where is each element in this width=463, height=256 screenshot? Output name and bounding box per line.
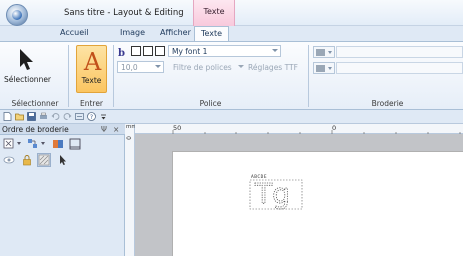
glyph-preview-2[interactable]: [143, 46, 153, 56]
chevron-down-icon: [328, 67, 332, 70]
svg-text:A: A: [83, 48, 102, 74]
pane-header: Ordre de broderie Ψ ×: [0, 124, 125, 135]
chevron-down-icon: [272, 49, 278, 52]
chevron-down-icon: [238, 65, 244, 68]
app-logo-icon: [12, 10, 22, 20]
embroidery-type-select-2[interactable]: [313, 62, 335, 74]
new-file-icon[interactable]: [3, 112, 12, 121]
frame-view-icon[interactable]: [69, 138, 81, 150]
save-icon[interactable]: [27, 112, 36, 121]
svg-text:?: ?: [90, 114, 93, 121]
group-objects-icon[interactable]: [27, 138, 39, 150]
tab-texte[interactable]: Texte: [194, 26, 230, 42]
ttf-settings-button[interactable]: Réglages TTF: [248, 63, 298, 72]
hatch-pattern-icon: [38, 154, 50, 166]
svg-text:b: b: [118, 48, 125, 58]
glyph-preview-3[interactable]: [155, 46, 165, 56]
ribbon-tabs: Accueil Image Afficher Texte: [0, 26, 463, 42]
group-label-entry: Entrer: [79, 99, 104, 108]
font-size-select[interactable]: 10,0: [117, 61, 164, 73]
group-label-embroidery: Broderie: [371, 99, 404, 108]
font-size-value: 10,0: [121, 63, 138, 72]
window-title: Sans titre - Layout & Editing: [64, 8, 184, 18]
vruler-label: 0: [126, 136, 133, 140]
embroidery-type-select-1[interactable]: [313, 46, 335, 58]
lock-icon[interactable]: [21, 154, 33, 166]
text-button-label: Texte: [81, 76, 102, 85]
embroidery-preview-icon[interactable]: [75, 112, 84, 121]
chevron-down-icon: [17, 142, 21, 145]
chevron-down-icon: [41, 142, 45, 145]
close-icon[interactable]: ×: [113, 125, 119, 134]
group-separator: [113, 45, 114, 107]
color-order-icon[interactable]: [52, 138, 64, 150]
tab-accueil[interactable]: Accueil: [60, 28, 89, 37]
text-object[interactable]: Tg: [249, 170, 309, 212]
text-object-glyphs: Tg: [254, 177, 290, 210]
horizontal-ruler: 50 0: [135, 124, 463, 134]
chevron-down-icon: [328, 51, 332, 54]
select-button-label: Sélectionner: [4, 75, 52, 84]
stitch-type-icon: [316, 49, 325, 56]
group-separator: [308, 45, 309, 107]
embroidery-hoop-page[interactable]: ABCDE Tg: [172, 151, 463, 256]
embroidery-field-1[interactable]: [336, 46, 463, 58]
title-bar: Sans titre - Layout & Editing Texte: [0, 0, 463, 26]
pin-icon[interactable]: Ψ: [101, 125, 107, 134]
vertical-ruler: mm 0: [125, 124, 137, 256]
tab-image[interactable]: Image: [120, 28, 145, 37]
app-menu-button[interactable]: [6, 4, 28, 26]
font-name-select[interactable]: My font 1: [168, 45, 281, 57]
context-tab-group: Texte: [193, 0, 235, 26]
select-button[interactable]: Sélectionner: [4, 45, 52, 93]
redo-icon[interactable]: [63, 112, 72, 121]
context-tab-group-label: Texte: [203, 7, 225, 16]
pane-title: Ordre de broderie: [2, 125, 69, 134]
tab-afficher[interactable]: Afficher: [160, 28, 191, 37]
group-label-font: Police: [199, 99, 222, 108]
cursor-arrow-icon: [20, 49, 33, 70]
visibility-eye-icon[interactable]: [3, 154, 15, 166]
sort-objects-icon[interactable]: [3, 138, 15, 150]
help-icon[interactable]: ?: [87, 112, 96, 121]
group-separator: [68, 45, 69, 107]
group-label-selection: Sélectionner: [11, 99, 59, 108]
customize-toolbar-icon[interactable]: [99, 112, 108, 121]
embroidery-field-2[interactable]: [336, 62, 463, 74]
ribbon: Sélectionner Sélectionner A Texte Entrer…: [0, 41, 463, 110]
fill-type-icon: [316, 65, 325, 72]
glyph-preview-1[interactable]: [131, 46, 141, 56]
open-folder-icon[interactable]: [15, 112, 24, 121]
quick-access-toolbar: ?: [0, 110, 463, 124]
pattern-view-toggle[interactable]: [37, 153, 51, 167]
undo-icon[interactable]: [51, 112, 60, 121]
text-a-icon: A: [83, 48, 102, 76]
chevron-down-icon: [155, 65, 161, 68]
font-filter-dropdown[interactable]: Filtre de polices: [173, 63, 232, 72]
embroidery-order-pane: Ordre de broderie Ψ ×: [0, 124, 125, 256]
print-icon[interactable]: [39, 112, 48, 121]
text-button[interactable]: A Texte: [76, 45, 107, 93]
font-name-value: My font 1: [172, 47, 208, 56]
select-pointer-icon[interactable]: [56, 154, 68, 166]
font-type-icon[interactable]: b: [117, 46, 129, 58]
